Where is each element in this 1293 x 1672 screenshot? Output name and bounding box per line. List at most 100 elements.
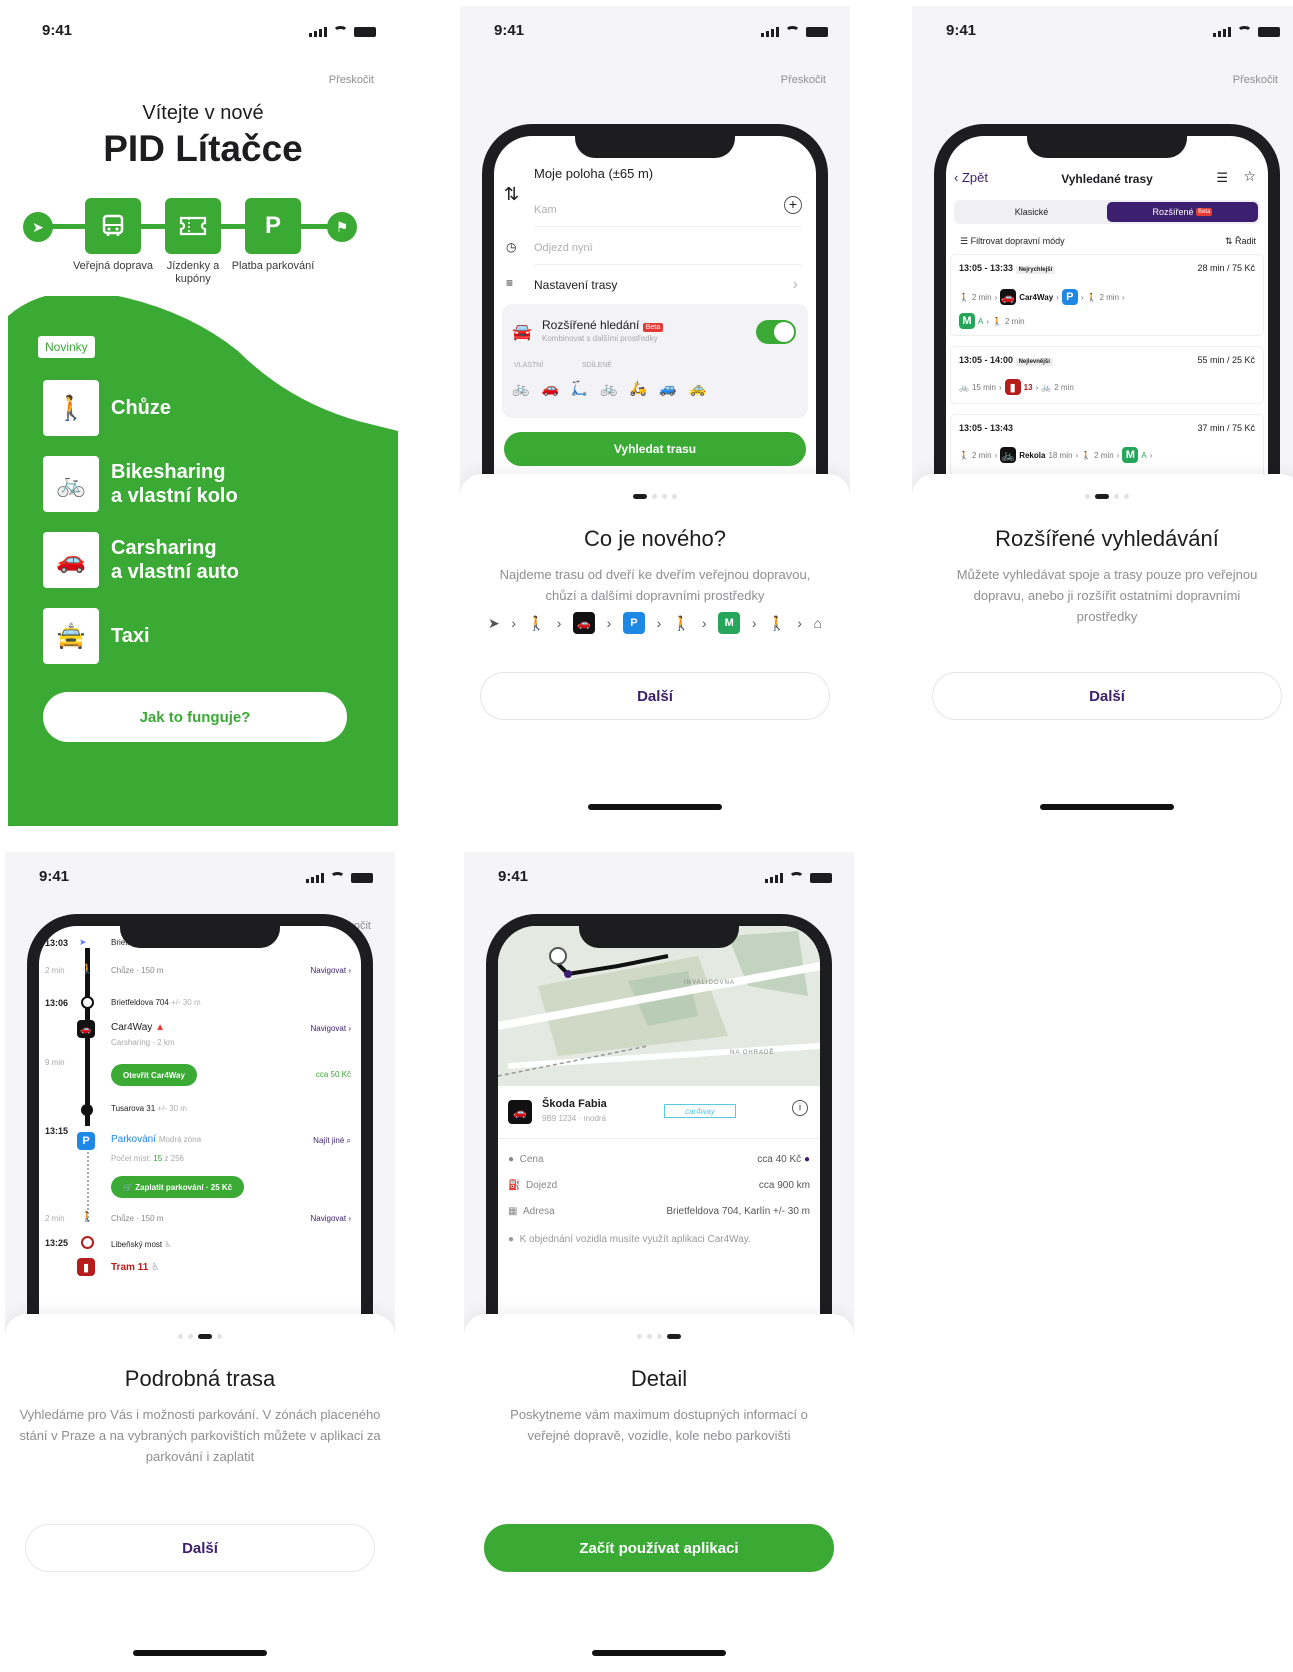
next-button[interactable]: Další <box>480 672 830 720</box>
route-settings[interactable]: Nastavení trasy <box>534 278 802 292</box>
bottom-sheet: Detail Poskytneme vám maximum dostupných… <box>464 1314 854 1672</box>
route-card[interactable]: 13:05 - 14:00 Nejlevnější 55 min / 25 Kč… <box>950 346 1264 404</box>
find-other-link[interactable]: Najít jiné ⌕ <box>313 1136 351 1146</box>
battery-icon <box>351 873 373 883</box>
pay-parking-button[interactable]: 🛒 Zaplatit parkování · 25 Kč <box>111 1176 245 1198</box>
info-filled-icon[interactable]: ● <box>804 1154 810 1165</box>
parking-icon: P <box>77 1132 95 1150</box>
walk-icon: 🚶 <box>768 614 786 631</box>
battery-icon <box>810 873 832 883</box>
stop-4: Libeňský most <box>111 1240 163 1249</box>
filter-modes[interactable]: ☰ Filtrovat dopravní módy <box>960 236 1065 247</box>
location-arrow-icon: ➤ <box>79 937 87 947</box>
bottom-sheet: Podrobná trasa Vyhledáme pro Vás i možno… <box>5 1314 395 1672</box>
coin-icon: ● <box>508 1154 515 1165</box>
sheet-description: Vyhledáme pro Vás i možnosti parkování. … <box>19 1407 381 1464</box>
navigate-link[interactable]: Navigovat › <box>311 1024 351 1033</box>
stop-2: Brietfeldova 704 <box>111 998 169 1007</box>
car-icon: 🚗 <box>573 612 596 634</box>
open-car-button[interactable]: Otevřít Car4Way <box>111 1064 197 1086</box>
car-icon: 🚗 <box>508 1100 532 1124</box>
feature-walk: 🚶 Chůze <box>43 380 171 436</box>
battery-icon <box>1258 27 1280 37</box>
accessible-icon: ♿ <box>151 1262 161 1273</box>
taxi-icon: 🚖 <box>43 608 99 664</box>
car-duration: 9 min <box>45 1058 65 1067</box>
sort-button[interactable]: ⇅ Řadit <box>1225 236 1256 247</box>
wifi-icon <box>1237 26 1252 37</box>
ticket-icon <box>165 198 221 254</box>
route-time: 13:05 - 14:00 <box>959 355 1014 365</box>
filter-icon[interactable]: ☰ <box>1216 170 1228 186</box>
mode-shared-bike-icon[interactable]: 🚲 <box>600 380 617 397</box>
mode-taxi-icon[interactable]: 🚕 <box>689 380 706 397</box>
info-icon[interactable]: i <box>792 1100 808 1116</box>
feature-flow: ➤ P ⚑ Veřejná doprava Jízdenky a kupóny … <box>23 196 363 296</box>
warning-icon: ▲ <box>155 1022 165 1033</box>
map[interactable]: INVALIDOVNA NA OHRADĚ <box>498 926 820 1086</box>
navigate-link[interactable]: Navigovat › <box>311 1214 351 1223</box>
spots-info: Počet míst: 15 z 256 <box>111 1154 184 1163</box>
navigate-link[interactable]: Navigovat › <box>311 966 351 975</box>
how-it-works-button[interactable]: Jak to funguje? <box>43 692 347 742</box>
depart-input[interactable]: Odjezd nyní <box>534 242 802 254</box>
search-route-button[interactable]: Vyhledat trasu <box>504 432 806 466</box>
bike-icon: 🚲 <box>43 456 99 512</box>
walk-icon: 🚶 <box>672 614 691 631</box>
from-field[interactable]: Moje poloha (±65 m) <box>534 166 802 181</box>
fuel-icon: ⛽ <box>508 1180 521 1191</box>
star-icon[interactable]: ☆ <box>1243 168 1256 185</box>
detail-row-price: ● Cena cca 40 Kč ● <box>508 1154 810 1165</box>
feature-walk-label: Chůze <box>111 397 171 419</box>
walk-1: Chůze · 150 m <box>111 966 164 975</box>
start-app-button[interactable]: Začít používat aplikaci <box>484 1524 834 1572</box>
skip-link[interactable]: Přeskočit <box>329 74 374 86</box>
mode-car-icon[interactable]: 🚗 <box>541 380 558 397</box>
to-input[interactable]: Kam <box>534 204 802 216</box>
mode-shared-car-icon[interactable]: 🚙 <box>659 380 676 397</box>
tab-classic[interactable]: Klasické <box>956 202 1107 222</box>
swap-icon[interactable]: ⇅ <box>504 184 519 205</box>
status-time: 9:41 <box>39 868 70 885</box>
tram-icon: ▮ <box>77 1258 95 1276</box>
skip-link[interactable]: Přeskočit <box>1233 74 1278 86</box>
time-2: 13:06 <box>45 998 69 1008</box>
feature-bike-label: Bikesharing <box>111 461 226 483</box>
walk-2-duration: 2 min <box>45 1214 65 1223</box>
tram-label: Tram 11 <box>111 1262 149 1273</box>
route-info: 37 min / 75 Kč <box>1197 423 1255 433</box>
walk-icon: 🚶 <box>81 1212 94 1223</box>
mode-scooter-icon[interactable]: 🛴 <box>571 380 588 397</box>
next-button[interactable]: Další <box>932 672 1282 720</box>
parking-label: Parkování <box>111 1134 157 1145</box>
time-3: 13:15 <box>45 1126 69 1136</box>
walk-2: Chůze · 150 m <box>111 1214 164 1223</box>
car-bus-icon: 🚘 <box>512 324 532 341</box>
page-indicator <box>460 494 850 499</box>
mode-moped-icon[interactable]: 🛵 <box>630 380 647 397</box>
mode-bike-icon[interactable]: 🚲 <box>512 380 529 397</box>
status-time: 9:41 <box>494 22 525 39</box>
next-button[interactable]: Další <box>25 1524 375 1572</box>
phone-mockup: Moje poloha (±65 m) ⇅ Kam + ◷ Odjezd nyn… <box>482 124 828 504</box>
skip-link[interactable]: Přeskočit <box>781 74 826 86</box>
location-arrow-icon: ➤ <box>23 212 53 242</box>
home-indicator <box>588 804 722 810</box>
map-street-label: NA OHRADĚ <box>730 1050 775 1056</box>
route-info: 28 min / 75 Kč <box>1197 263 1255 273</box>
extended-toggle[interactable] <box>756 320 796 344</box>
tab-extended[interactable]: Rozšířené Beta <box>1107 202 1258 222</box>
chevron-right-icon: › <box>792 276 798 293</box>
walk-icon: 🚶 <box>527 614 546 631</box>
add-stop-icon[interactable]: + <box>784 196 802 214</box>
stop-3: Tusarova 31 <box>111 1104 156 1113</box>
status-time: 9:41 <box>498 868 529 885</box>
clock-icon: ◷ <box>506 240 517 254</box>
beta-badge: Beta <box>642 323 664 332</box>
route-card[interactable]: 13:05 - 13:33 Nejrychlejší 28 min / 75 K… <box>950 254 1264 336</box>
car-label: Car4Way <box>111 1022 153 1033</box>
route-detail-screen: 9:41 Přeskočit 13:03 ➤ Brietfeldova polo… <box>5 852 395 1672</box>
car-price: cca 50 Kč <box>315 1070 351 1079</box>
detail-screen: 9:41 INVALIDOVNA NA OHRADĚ 🚗 Škoda Fabia <box>464 852 854 1672</box>
phone-mockup: ‹ Zpět Vyhledané trasy ☰ ☆ Klasické Rozš… <box>934 124 1280 504</box>
